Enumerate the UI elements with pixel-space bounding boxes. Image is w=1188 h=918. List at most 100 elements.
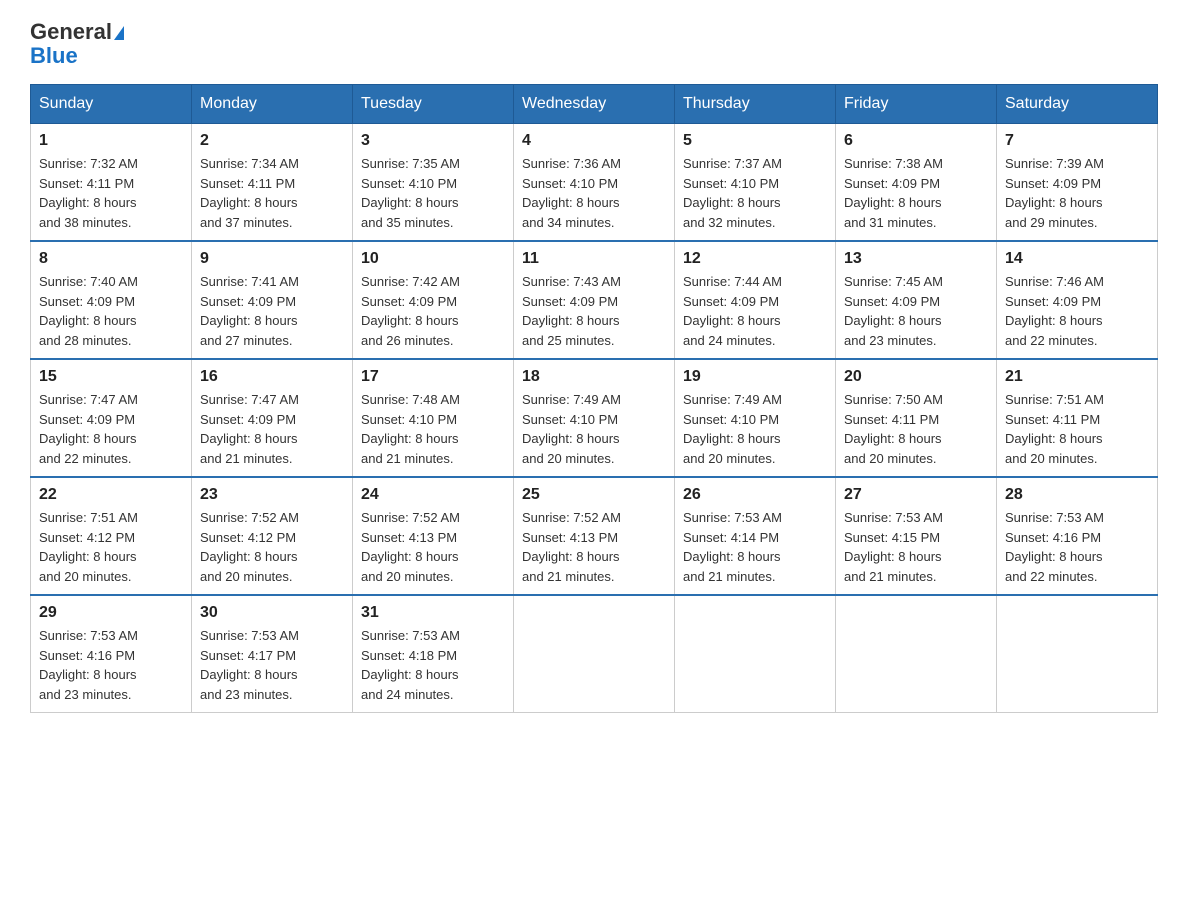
calendar-cell: 3 Sunrise: 7:35 AMSunset: 4:10 PMDaylight… <box>353 124 514 242</box>
day-info: Sunrise: 7:47 AMSunset: 4:09 PMDaylight:… <box>200 390 344 468</box>
week-row-5: 29 Sunrise: 7:53 AMSunset: 4:16 PMDayligh… <box>31 595 1158 713</box>
day-header-tuesday: Tuesday <box>353 85 514 124</box>
calendar-cell: 23Sunrise: 7:52 AMSunset: 4:12 PMDayligh… <box>192 477 353 595</box>
calendar-table: SundayMondayTuesdayWednesdayThursdayFrid… <box>30 84 1158 713</box>
day-info: Sunrise: 7:41 AMSunset: 4:09 PMDaylight:… <box>200 272 344 350</box>
day-number: 1 <box>39 132 183 150</box>
calendar-cell: 22Sunrise: 7:51 AMSunset: 4:12 PMDayligh… <box>31 477 192 595</box>
day-info: Sunrise: 7:53 AMSunset: 4:14 PMDaylight:… <box>683 508 827 586</box>
day-number: 3 <box>361 132 505 150</box>
day-number: 11 <box>522 250 666 268</box>
calendar-cell: 20Sunrise: 7:50 AMSunset: 4:11 PMDayligh… <box>836 359 997 477</box>
calendar-cell: 11 Sunrise: 7:43 AMSunset: 4:09 PMDayligh… <box>514 241 675 359</box>
calendar-cell: 8 Sunrise: 7:40 AMSunset: 4:09 PMDaylight… <box>31 241 192 359</box>
day-info: Sunrise: 7:35 AMSunset: 4:10 PMDaylight:… <box>361 154 505 232</box>
day-number: 13 <box>844 250 988 268</box>
calendar-cell <box>675 595 836 713</box>
calendar-cell: 4 Sunrise: 7:36 AMSunset: 4:10 PMDaylight… <box>514 124 675 242</box>
day-number: 5 <box>683 132 827 150</box>
day-number: 24 <box>361 486 505 504</box>
day-info: Sunrise: 7:52 AMSunset: 4:13 PMDaylight:… <box>361 508 505 586</box>
calendar-cell: 1 Sunrise: 7:32 AMSunset: 4:11 PMDaylight… <box>31 124 192 242</box>
day-header-saturday: Saturday <box>997 85 1158 124</box>
day-number: 15 <box>39 368 183 386</box>
day-info: Sunrise: 7:40 AMSunset: 4:09 PMDaylight:… <box>39 272 183 350</box>
day-number: 18 <box>522 368 666 386</box>
day-number: 26 <box>683 486 827 504</box>
day-info: Sunrise: 7:37 AMSunset: 4:10 PMDaylight:… <box>683 154 827 232</box>
day-number: 7 <box>1005 132 1149 150</box>
day-number: 22 <box>39 486 183 504</box>
calendar-cell <box>836 595 997 713</box>
calendar-cell <box>997 595 1158 713</box>
day-info: Sunrise: 7:48 AMSunset: 4:10 PMDaylight:… <box>361 390 505 468</box>
logo: General Blue <box>30 20 124 68</box>
calendar-cell: 16Sunrise: 7:47 AMSunset: 4:09 PMDayligh… <box>192 359 353 477</box>
day-info: Sunrise: 7:50 AMSunset: 4:11 PMDaylight:… <box>844 390 988 468</box>
day-info: Sunrise: 7:39 AMSunset: 4:09 PMDaylight:… <box>1005 154 1149 232</box>
day-info: Sunrise: 7:53 AMSunset: 4:16 PMDaylight:… <box>39 626 183 704</box>
page-header: General Blue <box>30 20 1158 68</box>
day-info: Sunrise: 7:52 AMSunset: 4:13 PMDaylight:… <box>522 508 666 586</box>
calendar-cell: 19 Sunrise: 7:49 AMSunset: 4:10 PMDayligh… <box>675 359 836 477</box>
day-number: 27 <box>844 486 988 504</box>
calendar-cell: 29 Sunrise: 7:53 AMSunset: 4:16 PMDayligh… <box>31 595 192 713</box>
day-info: Sunrise: 7:49 AMSunset: 4:10 PMDaylight:… <box>683 390 827 468</box>
calendar-header-row: SundayMondayTuesdayWednesdayThursdayFrid… <box>31 85 1158 124</box>
calendar-cell: 7 Sunrise: 7:39 AMSunset: 4:09 PMDaylight… <box>997 124 1158 242</box>
day-header-friday: Friday <box>836 85 997 124</box>
day-number: 14 <box>1005 250 1149 268</box>
day-number: 29 <box>39 604 183 622</box>
calendar-cell: 27 Sunrise: 7:53 AMSunset: 4:15 PMDayligh… <box>836 477 997 595</box>
calendar-cell: 17 Sunrise: 7:48 AMSunset: 4:10 PMDayligh… <box>353 359 514 477</box>
day-number: 9 <box>200 250 344 268</box>
day-info: Sunrise: 7:38 AMSunset: 4:09 PMDaylight:… <box>844 154 988 232</box>
day-info: Sunrise: 7:53 AMSunset: 4:16 PMDaylight:… <box>1005 508 1149 586</box>
day-number: 21 <box>1005 368 1149 386</box>
calendar-cell: 14 Sunrise: 7:46 AMSunset: 4:09 PMDayligh… <box>997 241 1158 359</box>
calendar-cell: 9 Sunrise: 7:41 AMSunset: 4:09 PMDaylight… <box>192 241 353 359</box>
calendar-cell: 5 Sunrise: 7:37 AMSunset: 4:10 PMDaylight… <box>675 124 836 242</box>
calendar-cell: 2 Sunrise: 7:34 AMSunset: 4:11 PMDaylight… <box>192 124 353 242</box>
calendar-cell: 10Sunrise: 7:42 AMSunset: 4:09 PMDayligh… <box>353 241 514 359</box>
logo-text: General <box>30 20 124 44</box>
day-info: Sunrise: 7:53 AMSunset: 4:17 PMDaylight:… <box>200 626 344 704</box>
day-number: 25 <box>522 486 666 504</box>
day-number: 4 <box>522 132 666 150</box>
day-header-sunday: Sunday <box>31 85 192 124</box>
calendar-cell: 21 Sunrise: 7:51 AMSunset: 4:11 PMDayligh… <box>997 359 1158 477</box>
day-info: Sunrise: 7:45 AMSunset: 4:09 PMDaylight:… <box>844 272 988 350</box>
day-info: Sunrise: 7:53 AMSunset: 4:15 PMDaylight:… <box>844 508 988 586</box>
day-number: 17 <box>361 368 505 386</box>
day-info: Sunrise: 7:47 AMSunset: 4:09 PMDaylight:… <box>39 390 183 468</box>
calendar-cell: 18 Sunrise: 7:49 AMSunset: 4:10 PMDayligh… <box>514 359 675 477</box>
calendar-cell: 12 Sunrise: 7:44 AMSunset: 4:09 PMDayligh… <box>675 241 836 359</box>
day-info: Sunrise: 7:36 AMSunset: 4:10 PMDaylight:… <box>522 154 666 232</box>
calendar-cell: 31Sunrise: 7:53 AMSunset: 4:18 PMDayligh… <box>353 595 514 713</box>
calendar-cell: 30 Sunrise: 7:53 AMSunset: 4:17 PMDayligh… <box>192 595 353 713</box>
day-info: Sunrise: 7:53 AMSunset: 4:18 PMDaylight:… <box>361 626 505 704</box>
day-header-monday: Monday <box>192 85 353 124</box>
week-row-2: 8 Sunrise: 7:40 AMSunset: 4:09 PMDaylight… <box>31 241 1158 359</box>
day-number: 2 <box>200 132 344 150</box>
week-row-3: 15 Sunrise: 7:47 AMSunset: 4:09 PMDayligh… <box>31 359 1158 477</box>
calendar-cell: 25 Sunrise: 7:52 AMSunset: 4:13 PMDayligh… <box>514 477 675 595</box>
day-info: Sunrise: 7:49 AMSunset: 4:10 PMDaylight:… <box>522 390 666 468</box>
day-info: Sunrise: 7:34 AMSunset: 4:11 PMDaylight:… <box>200 154 344 232</box>
calendar-cell: 13 Sunrise: 7:45 AMSunset: 4:09 PMDayligh… <box>836 241 997 359</box>
calendar-cell: 15 Sunrise: 7:47 AMSunset: 4:09 PMDayligh… <box>31 359 192 477</box>
day-header-wednesday: Wednesday <box>514 85 675 124</box>
day-info: Sunrise: 7:42 AMSunset: 4:09 PMDaylight:… <box>361 272 505 350</box>
day-number: 30 <box>200 604 344 622</box>
day-info: Sunrise: 7:51 AMSunset: 4:11 PMDaylight:… <box>1005 390 1149 468</box>
calendar-cell: 6Sunrise: 7:38 AMSunset: 4:09 PMDaylight… <box>836 124 997 242</box>
day-info: Sunrise: 7:43 AMSunset: 4:09 PMDaylight:… <box>522 272 666 350</box>
day-number: 12 <box>683 250 827 268</box>
day-number: 19 <box>683 368 827 386</box>
day-info: Sunrise: 7:44 AMSunset: 4:09 PMDaylight:… <box>683 272 827 350</box>
day-number: 8 <box>39 250 183 268</box>
day-info: Sunrise: 7:46 AMSunset: 4:09 PMDaylight:… <box>1005 272 1149 350</box>
day-info: Sunrise: 7:32 AMSunset: 4:11 PMDaylight:… <box>39 154 183 232</box>
logo-blue-text: Blue <box>30 43 78 68</box>
day-number: 28 <box>1005 486 1149 504</box>
